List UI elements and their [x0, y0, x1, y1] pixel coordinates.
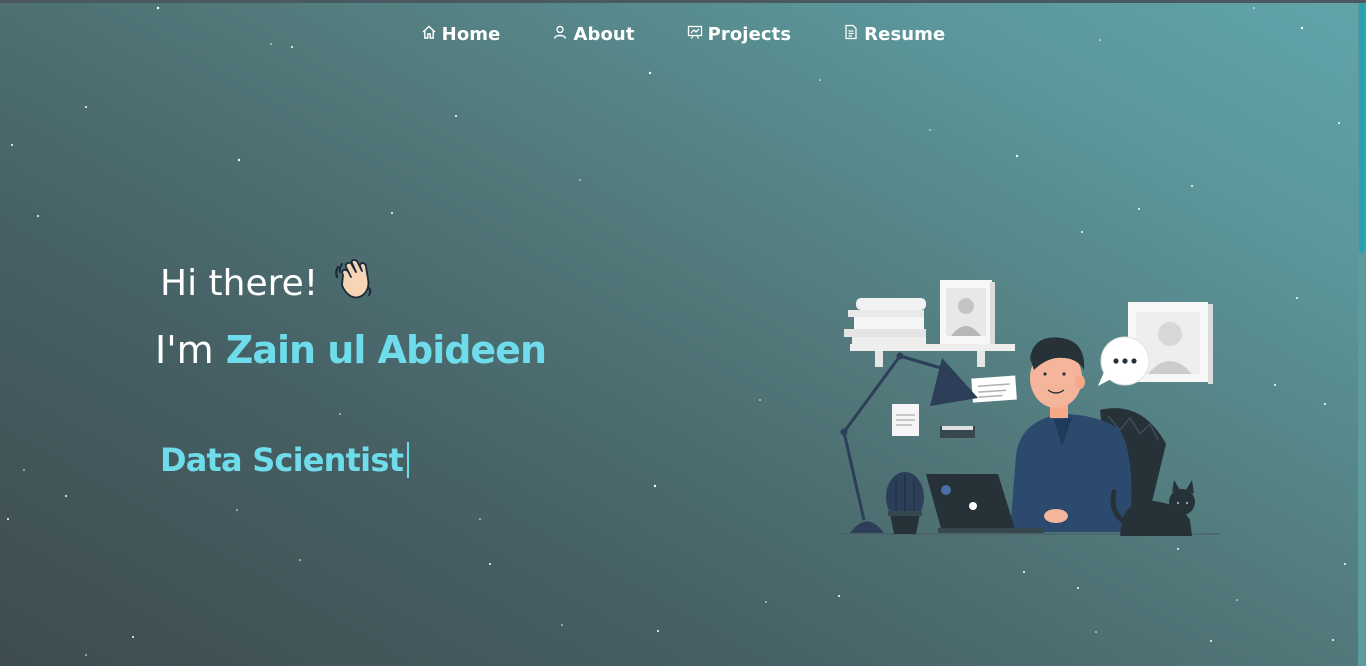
typewriter-role: Data Scientist: [160, 441, 410, 479]
nav-item-projects[interactable]: Projects: [687, 24, 792, 45]
hero-name: Zain ul Abideen: [225, 328, 547, 372]
intro-line: I'm Zain ul Abideen: [155, 328, 547, 372]
nav-label-resume: Resume: [864, 24, 946, 45]
document-icon: [843, 24, 859, 45]
waving-hand-icon: [332, 257, 376, 310]
nav-item-home[interactable]: Home: [421, 24, 501, 45]
greeting-text: Hi there!: [160, 263, 319, 304]
home-icon: [421, 24, 437, 45]
greeting-line: Hi there!: [160, 257, 376, 310]
nav-label-home: Home: [441, 24, 501, 45]
user-icon: [552, 24, 568, 45]
role-text: Data Scientist: [160, 441, 404, 479]
intro-prefix: I'm: [155, 328, 214, 372]
nav-item-resume[interactable]: Resume: [843, 24, 945, 45]
page-scrollbar[interactable]: [1358, 3, 1366, 666]
nav-item-about[interactable]: About: [552, 24, 634, 45]
typing-cursor: [407, 442, 410, 478]
developer-at-desk-illustration: [840, 280, 1220, 536]
nav-label-projects: Projects: [707, 24, 792, 45]
presentation-icon: [687, 24, 703, 45]
nav-label-about: About: [573, 24, 635, 45]
main-nav: Home About Projects Resume: [0, 24, 1366, 45]
